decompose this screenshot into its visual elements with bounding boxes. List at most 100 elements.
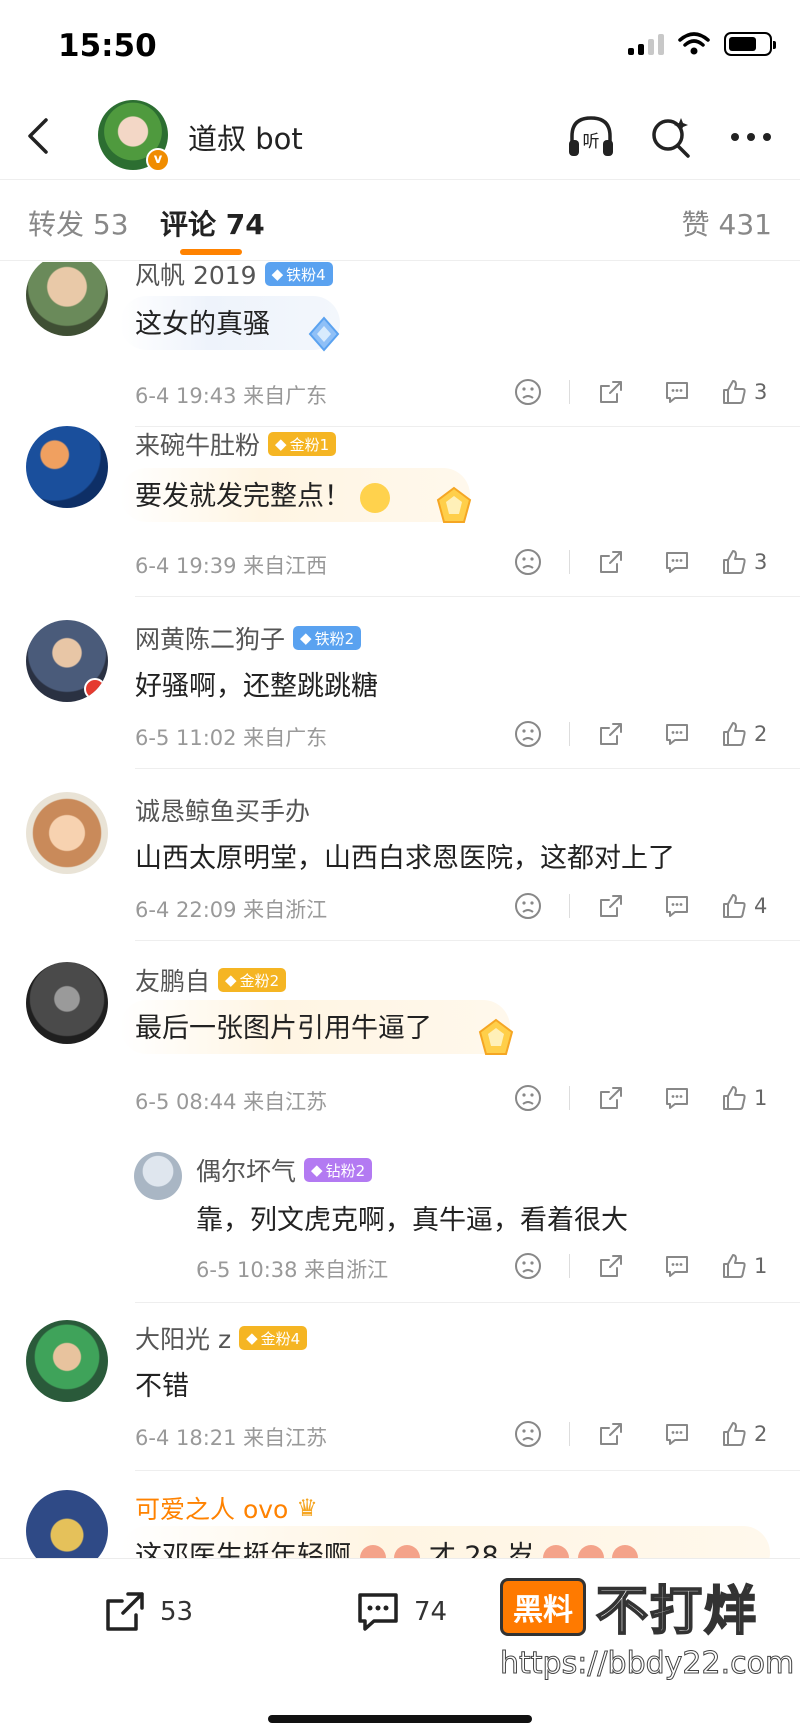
share-button[interactable] [578,542,644,582]
like-button[interactable]: 1 [710,1078,772,1118]
comment-author[interactable]: 诚恳鲸鱼买手办 [135,792,310,828]
tab-active-indicator [180,249,242,255]
comment-author-name: 来碗牛肚粉 [135,431,261,460]
red-badge-icon [84,678,106,700]
like-button[interactable]: 4 [710,886,772,926]
repost-button[interactable]: 53 [102,1589,193,1635]
comment-button[interactable]: 74 [354,1589,447,1635]
listen-button[interactable]: 听 [564,110,618,164]
header: v 道叔 bot 听 [0,92,800,180]
tab-bar: 转发 53 评论 74 赞 431 [0,181,800,261]
dislike-button[interactable] [495,1078,561,1118]
dislike-button[interactable] [495,542,561,582]
thumbs-up-icon [723,1422,746,1446]
more-button[interactable] [724,110,778,164]
reply-button[interactable] [644,1078,710,1118]
reply-button[interactable] [644,542,710,582]
action-separator [569,1086,570,1110]
comment-actions: 2 [495,1414,772,1454]
like-button[interactable]: 3 [710,372,772,412]
tab-repost[interactable]: 转发 53 [28,203,129,243]
comment-list: 风帆 2019 ◆ 铁粉4 这女的真骚 6-4 19:43 来自广东 3 来碗牛肚… [0,262,800,1558]
share-button[interactable] [578,1246,644,1286]
fan-badge: ◆ 金粉4 [239,1326,308,1350]
back-icon[interactable] [18,114,62,158]
comment-item: 来碗牛肚粉 ◆ 金粉1 要发就发完整点！ 6-4 19:39 来自江西 3 [0,426,800,612]
comment-actions: 1 [495,1078,772,1118]
gem-icon: ◆ [225,971,237,989]
reply-button[interactable] [644,1246,710,1286]
share-button[interactable] [578,1414,644,1454]
avatar[interactable] [26,792,108,874]
thumbs-up-icon [723,1254,746,1278]
watermark-row: 黑料 不打烊 [500,1569,758,1644]
search-button[interactable] [644,110,698,164]
like-button[interactable]: 3 [710,542,772,582]
page-title[interactable]: 道叔 bot [188,116,303,158]
share-button[interactable] [578,714,644,754]
svg-text:听: 听 [583,132,600,152]
status-icons [628,32,776,56]
share-button[interactable] [578,372,644,412]
avatar[interactable] [26,620,108,702]
comment-author-name: 偶尔坏气 [196,1157,297,1186]
action-separator [569,894,570,918]
like-button[interactable]: 2 [710,1414,772,1454]
dislike-button[interactable] [495,1246,561,1286]
frown-icon [515,379,541,405]
avatar[interactable]: v [98,100,170,172]
thumbs-up-icon [723,722,746,746]
reply-button[interactable] [644,886,710,926]
comment-author[interactable]: 友鹏自 ◆ 金粉2 [135,962,287,998]
avatar[interactable] [26,262,108,336]
dislike-button[interactable] [495,372,561,412]
action-separator [569,1254,570,1278]
bottom-action-bar: 53 74 黑料 不打烊 https://bbdy22.com [0,1558,800,1731]
divider [135,768,800,769]
action-separator [569,380,570,404]
comment-author[interactable]: 风帆 2019 ◆ 铁粉4 [135,262,333,292]
comment-author[interactable]: 网黄陈二狗子 ◆ 铁粉2 [135,620,362,656]
comment-icon [666,1424,688,1445]
laugh-emoji-icon [394,1544,421,1558]
dislike-button[interactable] [495,714,561,754]
comment-actions: 3 [495,372,772,412]
comment-icon [666,1256,688,1277]
tab-comment[interactable]: 评论 74 [160,203,265,243]
avatar[interactable] [26,1320,108,1402]
fan-badge: ◆ 铁粉4 [264,262,333,286]
avatar[interactable] [26,1490,108,1558]
like-button[interactable]: 2 [710,714,772,754]
avatar[interactable] [26,962,108,1044]
dislike-button[interactable] [495,886,561,926]
comment-author-name: 诚恳鲸鱼买手办 [135,797,311,826]
share-button[interactable] [578,1078,644,1118]
status-bar: 15:50 [0,0,800,92]
comment-author[interactable]: 偶尔坏气 ◆ 钻粉2 [196,1152,373,1188]
home-indicator[interactable] [268,1715,532,1723]
reply-button[interactable] [644,714,710,754]
frown-icon [515,549,541,575]
repost-count: 53 [160,1597,194,1627]
avatar[interactable] [134,1152,182,1200]
comment-author[interactable]: 大阳光 z ◆ 金粉4 [135,1320,308,1356]
comment-actions: 4 [495,886,772,926]
comment-author[interactable]: 可爱之人 ovo ♛ [135,1490,318,1526]
like-button[interactable]: 1 [710,1246,772,1286]
frown-icon [515,1253,541,1279]
frown-icon [515,1421,541,1447]
reply-button[interactable] [644,372,710,412]
comment-author-name: 友鹏自 [135,967,211,996]
share-icon [600,381,622,403]
comment-author[interactable]: 来碗牛肚粉 ◆ 金粉1 [135,426,337,462]
avatar[interactable] [26,426,108,508]
dislike-button[interactable] [495,1414,561,1454]
comment-author-name: 网黄陈二狗子 [135,625,286,654]
comment-text: 最后一张图片引用牛逼了 [135,1013,432,1044]
divider [135,1302,800,1303]
reply-button[interactable] [644,1414,710,1454]
comment-icon [666,896,688,917]
tab-like[interactable]: 赞 431 [682,203,772,243]
share-button[interactable] [578,886,644,926]
comment-text: 这女的真骚 [135,309,270,340]
